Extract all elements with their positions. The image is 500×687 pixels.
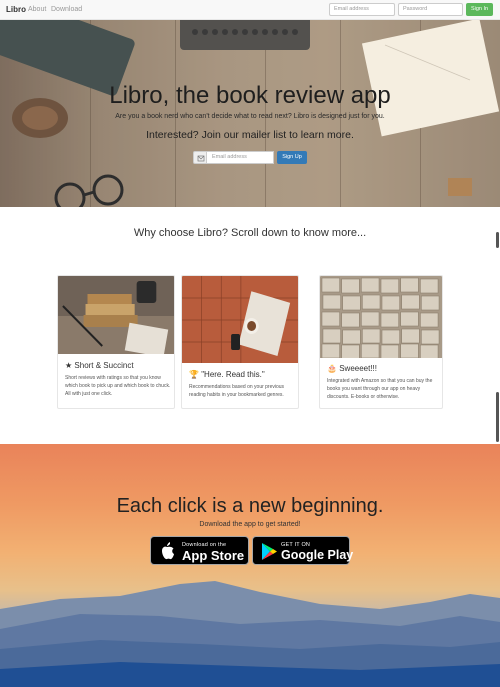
signin-button[interactable]: Sign In: [466, 3, 493, 16]
star-icon: ★: [65, 361, 73, 370]
signup-button[interactable]: Sign Up: [277, 151, 307, 164]
feature-card-short-succinct: ★ Short & Succinct Short reviews with ra…: [57, 275, 175, 409]
nav-link-about[interactable]: About: [28, 6, 46, 13]
card-text: Short reviews with ratings so that you k…: [65, 375, 171, 397]
feature-card-here-read-this: 🏆 "Here. Read this." Recommendations bas…: [181, 275, 299, 409]
navbar: Libro About Download Email address Passw…: [0, 0, 500, 20]
scrollbar-thumb[interactable]: [496, 232, 499, 248]
scrollbar-thumb-lower[interactable]: [496, 392, 499, 442]
app-store-big-text: App Store: [182, 548, 245, 563]
cake-icon: 🎂: [327, 364, 337, 373]
download-section: Each click is a new beginning. Download …: [0, 444, 500, 687]
hero-email-input[interactable]: Email address: [206, 151, 274, 164]
hero-cta-text: Interested? Join our mailer list to lear…: [146, 129, 354, 141]
envelope-icon: [193, 151, 207, 164]
feature-card-sweeeet: 🎂 Sweeeet!!! Integrated with Amazon so t…: [319, 275, 443, 409]
google-play-big-text: Google Play: [281, 548, 354, 562]
hero-subtitle: Are you a book nerd who can't decide wha…: [115, 113, 385, 120]
google-play-button[interactable]: GET IT ON Google Play: [252, 536, 354, 565]
hero-section: Libro, the book review app Are you a boo…: [0, 20, 500, 207]
download-subtitle: Download the app to get started!: [199, 521, 301, 528]
app-store-button[interactable]: Download on the App Store: [150, 536, 249, 565]
card-text: Recommendations based on your previous r…: [189, 384, 285, 398]
mountains-background: [0, 581, 500, 687]
card-title: 🎂 Sweeeet!!!: [327, 364, 378, 373]
card-text: Integrated with Amazon so that you can b…: [327, 378, 433, 400]
navbar-email-input[interactable]: Email address: [329, 3, 395, 16]
card-title: ★ Short & Succinct: [65, 361, 134, 370]
why-section-title: Why choose Libro? Scroll down to know mo…: [133, 227, 367, 239]
apple-icon: [162, 542, 174, 560]
trophy-icon: 🏆: [189, 370, 199, 379]
download-title: Each click is a new beginning.: [116, 495, 384, 517]
hero-title: Libro, the book review app: [109, 82, 391, 109]
open-books-image: [320, 276, 442, 358]
tiles-books-image: [182, 276, 298, 363]
books-stack-image: [58, 276, 174, 354]
google-play-icon: [262, 543, 277, 560]
card-title: 🏆 "Here. Read this.": [189, 370, 265, 379]
navbar-password-input[interactable]: Password: [398, 3, 463, 16]
brand-logo[interactable]: Libro: [6, 5, 26, 14]
nav-link-download[interactable]: Download: [51, 6, 82, 13]
